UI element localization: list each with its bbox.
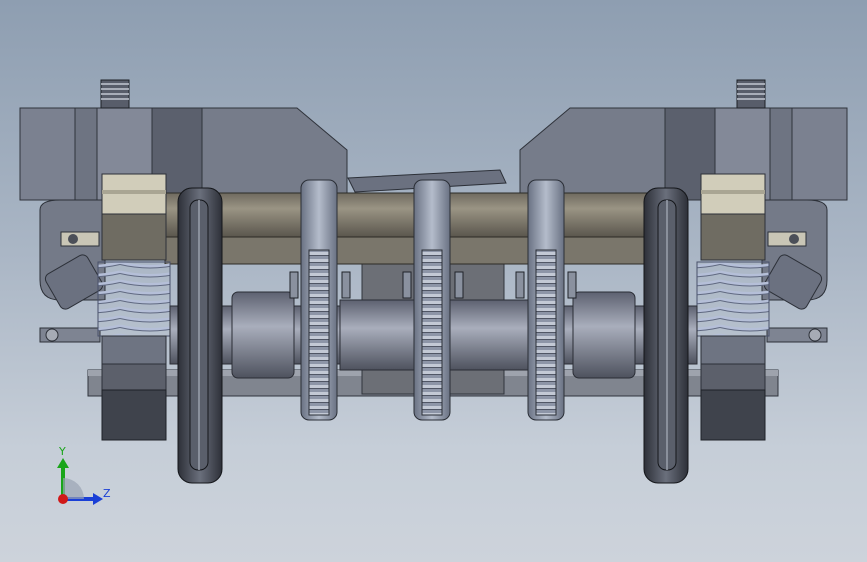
wheel-left xyxy=(177,187,223,484)
z-axis-label: Z xyxy=(103,487,111,500)
cad-viewport[interactable]: Y Z xyxy=(0,0,867,562)
left-axlebox xyxy=(39,199,106,343)
right-top-connector xyxy=(736,79,766,109)
left-top-connector xyxy=(100,79,130,109)
right-axlebox xyxy=(761,199,828,343)
left-spring-stack xyxy=(97,173,171,441)
right-frame-body xyxy=(519,107,848,201)
x-axis-dot xyxy=(58,494,68,504)
coordinate-triad: Y Z xyxy=(57,445,111,505)
y-axis-label: Y xyxy=(58,445,66,458)
left-frame-body xyxy=(19,107,348,201)
gear-center xyxy=(413,179,451,421)
right-spring-stack xyxy=(696,173,770,441)
bogie-assembly-drawing: Y Z xyxy=(19,79,848,505)
gear-left xyxy=(300,179,338,421)
wheel-right xyxy=(643,187,689,484)
gear-right xyxy=(527,179,565,421)
